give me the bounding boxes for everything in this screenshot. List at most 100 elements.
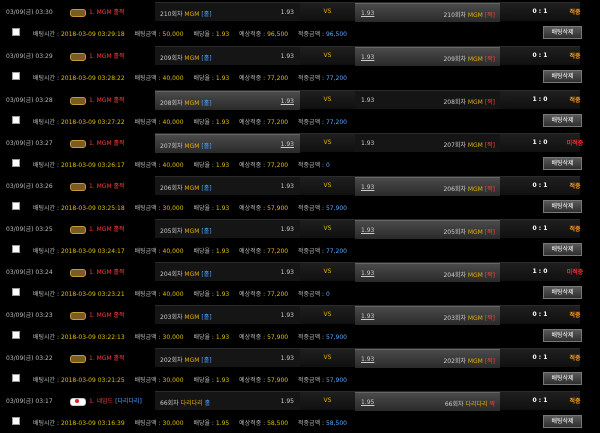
home-pick-cell[interactable]: 204회차 MGM [홀] 1.93 xyxy=(155,263,300,281)
home-pick-cell[interactable]: 209회차 MGM [홀] 1.93 xyxy=(155,47,300,65)
away-pick-cell[interactable]: 1.93 207회차 MGM [짝] xyxy=(355,134,500,152)
delete-bet-button[interactable]: 배팅삭제 xyxy=(543,286,582,299)
home-pick-cell[interactable]: 206회차 MGM [홀] 1.93 xyxy=(155,177,300,195)
home-pick-cell[interactable]: 210회차 MGM [홀] 1.93 xyxy=(155,3,300,21)
expected-value: 77,200 xyxy=(267,248,289,255)
home-pick-cell[interactable]: 203회차 MGM [홀] 1.93 xyxy=(155,306,300,324)
bet-info: 배팅시간 : 2018-03-09 03:21:25 배팅금액 : 30,000… xyxy=(33,375,347,384)
league-name: 1. MGM 홀짝 xyxy=(89,183,125,190)
select-checkbox[interactable] xyxy=(12,245,20,253)
away-tag: [짝] xyxy=(484,56,495,63)
odds-bar: 208회차 MGM [홀] 1.93 VS 1.93 208회차 MGM [짝] xyxy=(155,90,580,110)
away-tag: [짝] xyxy=(484,142,495,149)
away-pick-cell[interactable]: 1.93 209회차 MGM [짝] xyxy=(355,47,500,66)
league-label: 1. MGM 홀짝 xyxy=(70,224,125,234)
away-team-name: MGM xyxy=(467,229,483,236)
away-odds: 1.93 xyxy=(361,184,375,191)
result-badge: 적중 xyxy=(569,53,581,60)
odds-label: 배당율 : xyxy=(193,377,214,384)
league-name: 1. MGM 홀짝 xyxy=(89,226,125,233)
home-pick-cell[interactable]: 208회차 MGM [홀] 1.93 xyxy=(155,91,300,110)
away-pick-cell[interactable]: 1.93 208회차 MGM [짝] xyxy=(355,91,500,109)
expected-value: 96,500 xyxy=(267,31,289,38)
away-pick-cell[interactable]: 1.95 66회차 다리다리 짝 xyxy=(355,392,500,411)
home-team: 204회차 MGM [홀] xyxy=(160,269,212,278)
select-checkbox[interactable] xyxy=(12,288,20,296)
bet-entry: 03/09(금) 03:25 1. MGM 홀짝 205회차 MGM [홀] 1… xyxy=(0,217,600,261)
home-odds: 1.93 xyxy=(280,355,294,362)
delete-bet-button[interactable]: 배팅삭제 xyxy=(543,70,582,83)
delete-bet-button[interactable]: 배팅삭제 xyxy=(543,26,582,39)
expected-value: 57,900 xyxy=(267,334,289,341)
result-badge: 미적중 xyxy=(566,140,584,147)
away-round: 208회차 xyxy=(443,99,466,106)
bet-time: 2018-03-09 03:25:18 xyxy=(60,205,125,212)
expected-value: 77,200 xyxy=(267,291,289,298)
select-checkbox[interactable] xyxy=(12,202,20,210)
bet-amount-label: 배팅금액 : xyxy=(134,119,161,126)
league-name: 1. MGM 홀짝 xyxy=(89,97,125,104)
select-checkbox[interactable] xyxy=(12,116,20,124)
home-pick-cell[interactable]: 66회차 다리다리 홀 1.95 xyxy=(155,392,300,410)
select-checkbox[interactable] xyxy=(12,417,20,425)
bet-info-row: 배팅시간 : 2018-03-09 03:24:17 배팅금액 : 40,000… xyxy=(0,239,600,261)
delete-bet-button[interactable]: 배팅삭제 xyxy=(543,329,582,342)
game-date: 03/09(금) 03:17 xyxy=(6,398,53,405)
select-checkbox[interactable] xyxy=(12,72,20,80)
home-team: 208회차 MGM [홀] xyxy=(160,98,212,107)
away-pick-cell[interactable]: 1.93 205회차 MGM [짝] xyxy=(355,220,500,239)
odds-value: 1.93 xyxy=(215,334,230,341)
bet-info: 배팅시간 : 2018-03-09 03:16:39 배팅금액 : 30,000… xyxy=(33,418,347,427)
expected-value: 77,200 xyxy=(267,119,289,126)
away-pick-cell[interactable]: 1.93 206회차 MGM [짝] xyxy=(355,177,500,196)
home-pick-cell[interactable]: 202회차 MGM [홀] 1.93 xyxy=(155,349,300,367)
home-team: 203회차 MGM [홀] xyxy=(160,312,212,321)
bet-amount-label: 배팅금액 : xyxy=(134,291,161,298)
expected-label: 예상적중 : xyxy=(239,119,266,126)
away-pick-cell[interactable]: 1.93 210회차 MGM [짝] xyxy=(355,3,500,22)
odds-bar: 210회차 MGM [홀] 1.93 VS 1.93 210회차 MGM [짝] xyxy=(155,2,580,22)
home-pick-cell[interactable]: 205회차 MGM [홀] 1.93 xyxy=(155,220,300,238)
away-pick-cell[interactable]: 1.93 203회차 MGM [짝] xyxy=(355,306,500,325)
mgm-icon xyxy=(70,182,86,191)
delete-bet-button[interactable]: 배팅삭제 xyxy=(543,415,582,428)
won-value: 57,900 xyxy=(325,205,347,212)
game-row: 03/09(금) 03:27 1. MGM 홀짝 207회차 MGM [홀] 1… xyxy=(0,131,600,153)
home-team-name: MGM xyxy=(184,357,200,364)
away-pick-cell[interactable]: 1.93 202회차 MGM [짝] xyxy=(355,349,500,368)
won-label: 적중금액 : xyxy=(298,205,325,212)
bet-info-row: 배팅시간 : 2018-03-09 03:28:22 배팅금액 : 40,000… xyxy=(0,66,600,88)
delete-bet-button[interactable]: 배팅삭제 xyxy=(543,243,582,256)
select-checkbox[interactable] xyxy=(12,374,20,382)
select-checkbox[interactable] xyxy=(12,331,20,339)
home-team-name: MGM xyxy=(184,271,200,278)
away-round: 209회차 xyxy=(443,56,466,63)
select-checkbox[interactable] xyxy=(12,28,20,36)
home-pick-cell[interactable]: 207회차 MGM [홀] 1.93 xyxy=(155,134,300,153)
delete-bet-button[interactable]: 배팅삭제 xyxy=(543,157,582,170)
bet-time: 2018-03-09 03:24:17 xyxy=(60,248,125,255)
home-round: 207회차 xyxy=(160,143,183,150)
league-label: 1. MGM 홀짝 xyxy=(70,95,125,105)
bet-amount-label: 배팅금액 : xyxy=(134,377,161,384)
away-round: 66회차 xyxy=(444,401,464,408)
away-team-name: MGM xyxy=(467,186,483,193)
bet-amount-label: 배팅금액 : xyxy=(134,205,161,212)
bet-entry: 03/09(금) 03:23 1. MGM 홀짝 203회차 MGM [홀] 1… xyxy=(0,303,600,347)
delete-bet-button[interactable]: 배팅삭제 xyxy=(543,200,582,213)
home-team: 205회차 MGM [홀] xyxy=(160,226,212,235)
mgm-icon xyxy=(70,268,86,277)
bet-amount-label: 배팅금액 : xyxy=(134,75,161,82)
delete-bet-button[interactable]: 배팅삭제 xyxy=(543,372,582,385)
bet-entry: 03/09(금) 03:17 1. 네임드 [다리다리] 66회차 다리다리 홀… xyxy=(0,389,600,433)
home-team: 206회차 MGM [홀] xyxy=(160,183,212,192)
select-checkbox[interactable] xyxy=(12,159,20,167)
bet-time-label: 배팅시간 : xyxy=(33,291,60,298)
delete-bet-button[interactable]: 배팅삭제 xyxy=(543,114,582,127)
home-round: 209회차 xyxy=(160,55,183,62)
away-pick-cell[interactable]: 1.93 204회차 MGM [짝] xyxy=(355,263,500,282)
bet-amount: 40,000 xyxy=(162,162,184,169)
vs-label: VS xyxy=(323,52,332,59)
expected-value: 57,900 xyxy=(267,205,289,212)
game-date: 03/09(금) 03:24 xyxy=(6,269,53,276)
